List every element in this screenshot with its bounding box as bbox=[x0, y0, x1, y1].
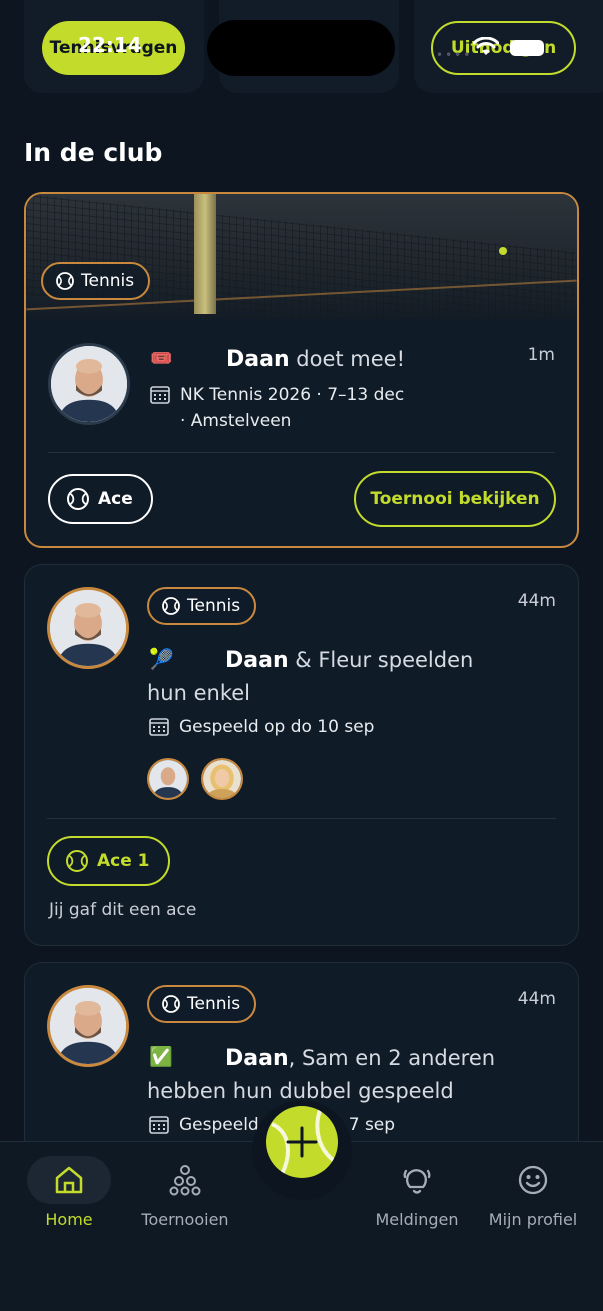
tennis-ball-icon bbox=[162, 995, 180, 1013]
ticket-emoji: 🎟️ bbox=[150, 348, 173, 369]
ace-note: Jij gaf dit een ace bbox=[49, 900, 197, 920]
tennis-ball-icon bbox=[56, 272, 74, 290]
feed-text-line2: hun enkel bbox=[147, 681, 251, 705]
view-tournament-button[interactable]: Toernooi bekijken bbox=[354, 471, 556, 527]
sport-tag: Tennis bbox=[147, 985, 257, 1023]
bell-icon bbox=[403, 1169, 431, 1194]
avatar[interactable] bbox=[48, 343, 130, 425]
sport-tag-label: Tennis bbox=[81, 271, 135, 291]
tennis-ball-icon bbox=[67, 488, 89, 510]
home-icon bbox=[55, 1166, 83, 1194]
nav-profile[interactable]: Mijn profiel bbox=[478, 1156, 588, 1229]
feed-text: Daan doet mee! bbox=[226, 347, 406, 372]
divider bbox=[47, 818, 556, 819]
tennis-ball-emoji: 🎾 bbox=[149, 647, 174, 671]
divider bbox=[48, 452, 555, 453]
signal-icon: •••• bbox=[436, 48, 473, 62]
smiley-icon bbox=[518, 1165, 548, 1195]
section-title: In de club bbox=[24, 138, 163, 167]
feed-card-singles[interactable]: Tennis 44m 🎾 Daan & Fleur speelden hun e… bbox=[24, 564, 579, 946]
tennis-court-banner bbox=[26, 194, 577, 319]
calendar-icon bbox=[149, 718, 169, 736]
nav-notifications[interactable]: Meldingen bbox=[362, 1156, 472, 1229]
event-meta: NK Tennis 2026 · 7–13 dec · Amstelveen bbox=[150, 382, 404, 434]
timestamp: 1m bbox=[527, 345, 555, 365]
nav-home[interactable]: Home bbox=[14, 1156, 124, 1229]
timestamp: 44m bbox=[517, 591, 556, 611]
wifi-icon bbox=[473, 37, 499, 55]
plus-icon bbox=[271, 1109, 338, 1175]
ace-button[interactable]: Ace 1 bbox=[47, 836, 170, 886]
player-avatar[interactable] bbox=[201, 758, 243, 800]
player-avatar[interactable] bbox=[147, 758, 189, 800]
feed-text: Daan, Sam en 2 anderen bbox=[225, 1046, 496, 1071]
sport-tag: Tennis bbox=[41, 262, 151, 300]
nav-tournaments[interactable]: Toernooien bbox=[130, 1156, 240, 1229]
dynamic-island bbox=[207, 20, 395, 76]
played-date: Gespeeld op do 10 sep bbox=[149, 714, 374, 740]
feed-card-tournament[interactable]: Tennis 🎟️ Daan doet mee! 1m NK Tennis 20… bbox=[24, 192, 579, 548]
avatar[interactable] bbox=[47, 587, 129, 669]
ace-button[interactable]: Ace bbox=[48, 474, 153, 524]
sport-tag-label: Tennis bbox=[187, 596, 241, 616]
calendar-icon bbox=[150, 386, 170, 404]
check-emoji: ✅ bbox=[149, 1046, 173, 1068]
status-time: 22:14 bbox=[78, 33, 142, 57]
event-meta-line2: · Amstelveen bbox=[180, 411, 292, 431]
tournament-icon bbox=[169, 1165, 201, 1196]
feed-text: Daan & Fleur speelden bbox=[225, 648, 474, 673]
sport-tag: Tennis bbox=[147, 587, 257, 625]
add-button[interactable] bbox=[266, 1106, 338, 1178]
avatar[interactable] bbox=[47, 985, 129, 1067]
tennis-ball-icon bbox=[66, 850, 88, 872]
event-meta-line1: NK Tennis 2026 · 7–13 dec bbox=[180, 385, 405, 405]
calendar-icon bbox=[149, 1116, 169, 1134]
tennis-ball-icon bbox=[162, 597, 180, 615]
timestamp: 44m bbox=[517, 989, 556, 1009]
sport-tag-label: Tennis bbox=[187, 994, 241, 1014]
battery-icon bbox=[510, 40, 544, 56]
